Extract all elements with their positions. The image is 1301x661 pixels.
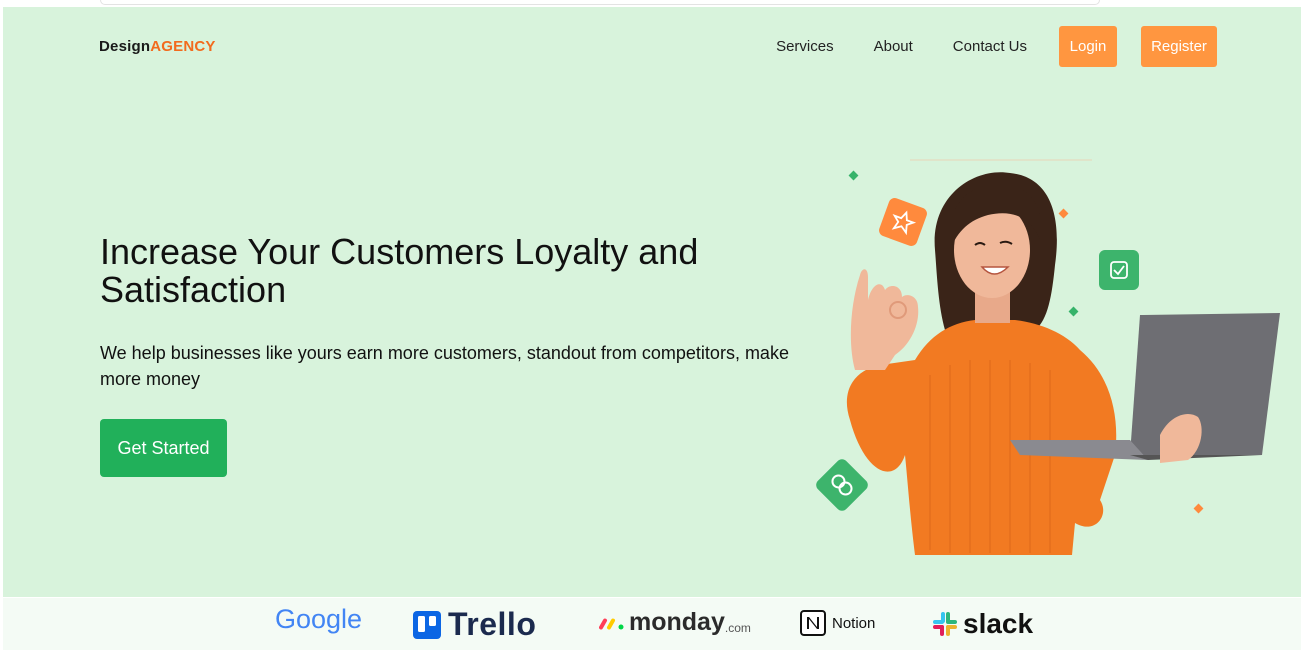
browser-top-strip [100, 0, 1100, 5]
star-badge-icon [879, 198, 927, 246]
slack-logo[interactable]: slack [931, 608, 1033, 640]
monday-logo[interactable]: monday .com [599, 608, 751, 637]
get-started-button[interactable]: Get Started [100, 419, 227, 477]
main-nav: Services About Contact Us Login Register [776, 26, 1217, 67]
register-button[interactable]: Register [1141, 26, 1217, 67]
notion-logo[interactable]: Notion [800, 610, 875, 636]
brand-logo-design: Design [99, 38, 151, 55]
monday-wordmark: monday [629, 608, 725, 636]
decor-diamond-orange-2 [1193, 503, 1204, 514]
trello-logo[interactable]: Trello [413, 606, 536, 643]
hero-illustration [816, 159, 1280, 555]
brand-logo[interactable]: DesignAGENCY [99, 38, 216, 55]
trello-wordmark: Trello [448, 606, 537, 642]
decor-diamond-orange [1058, 208, 1069, 219]
nav-about-link[interactable]: About [874, 38, 913, 55]
slack-icon [933, 612, 957, 636]
hero-subtext: We help businesses like yours earn more … [100, 343, 789, 389]
hero-headline: Increase Your Customers Loyalty and Sati… [100, 231, 699, 310]
google-logo[interactable]: Google [275, 604, 362, 635]
nav-contact-link[interactable]: Contact Us [953, 38, 1027, 55]
notion-wordmark: Notion [832, 614, 876, 632]
decor-diamond-green-2 [1068, 306, 1079, 317]
decor-diamond-green [848, 170, 859, 181]
google-wordmark: Google [275, 604, 363, 634]
login-button[interactable]: Login [1059, 26, 1117, 67]
monday-wordmark-suffix: .com [724, 620, 751, 635]
nav-services-link[interactable]: Services [776, 38, 834, 55]
brand-logo-agency: AGENCY [150, 38, 216, 55]
partner-logos-bar: Google Trello monday .com Notion slack [3, 598, 1301, 650]
check-badge-icon [1099, 250, 1139, 290]
link-badge-icon [816, 459, 868, 511]
notion-icon [800, 610, 826, 636]
monday-icon [599, 618, 624, 629]
slack-wordmark: slack [963, 608, 1034, 639]
trello-icon [413, 610, 441, 639]
